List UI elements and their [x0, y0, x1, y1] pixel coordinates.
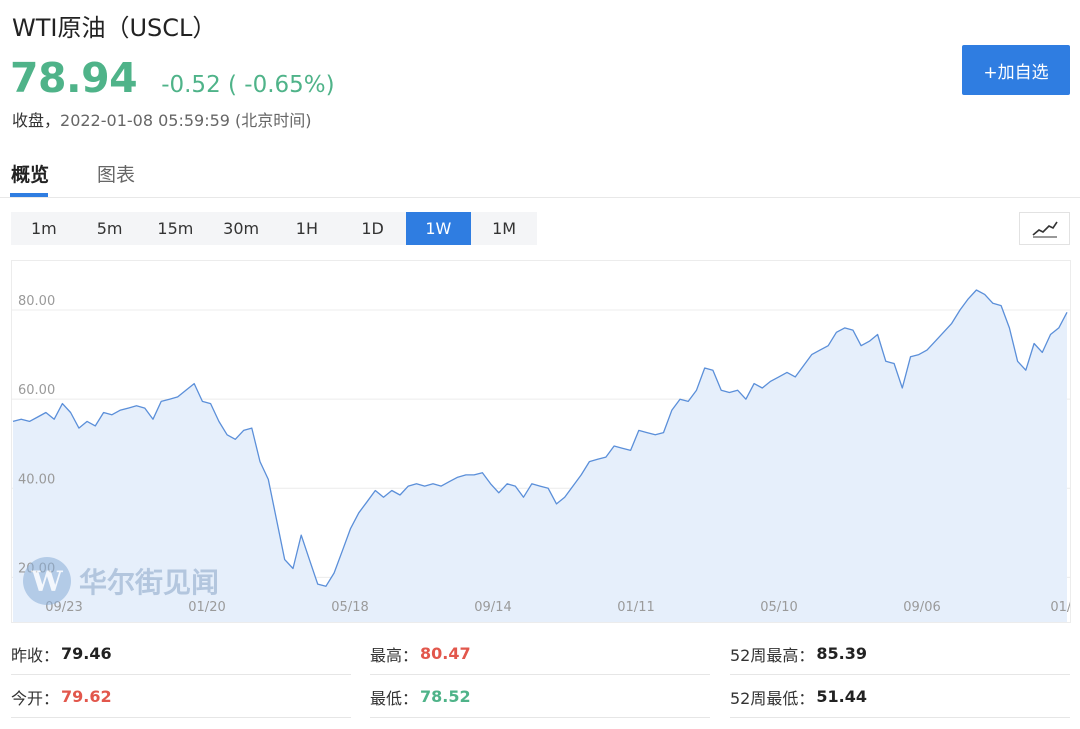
stat-label: 52周最低：: [730, 688, 815, 708]
period-1h[interactable]: 1H: [274, 212, 340, 245]
stat-low: 最低： 78.52: [370, 676, 710, 718]
active-tab-indicator: [10, 193, 48, 197]
add-to-watchlist-button[interactable]: +加自选: [962, 45, 1070, 95]
period-15m[interactable]: 15m: [143, 212, 209, 245]
x-tick-label: 09/14: [474, 600, 511, 615]
line-chart-icon: [1031, 221, 1058, 237]
period-30m[interactable]: 30m: [208, 212, 274, 245]
close-info: 收盘，2022-01-08 05:59:59 (北京时间): [12, 107, 312, 131]
period-1d[interactable]: 1D: [340, 212, 406, 245]
stat-value: 79.46: [61, 644, 112, 663]
stat-value: 79.62: [61, 687, 112, 706]
stat-label: 52周最高：: [730, 645, 815, 665]
stat-52w-high: 52周最高： 85.39: [730, 633, 1070, 675]
stat-label: 最高：: [370, 645, 419, 665]
close-label: 收盘，: [12, 111, 61, 130]
x-tick-label: 01/11: [617, 600, 654, 615]
stat-label: 最低：: [370, 688, 419, 708]
stat-value: 85.39: [816, 644, 867, 663]
watermark-text: 华尔街见闻: [79, 566, 220, 599]
period-5m[interactable]: 5m: [77, 212, 143, 245]
tab-overview[interactable]: 概览: [11, 160, 49, 187]
stat-high: 最高： 80.47: [370, 633, 710, 675]
price-row: 78.94 -0.52 ( -0.65%): [10, 54, 335, 102]
period-1mo[interactable]: 1M: [471, 212, 537, 245]
stat-value: 51.44: [816, 687, 867, 706]
stat-open: 今开： 79.62: [11, 676, 351, 718]
y-tick-label: 60.00: [18, 383, 55, 398]
chart-type-button[interactable]: [1019, 212, 1070, 245]
stat-value: 78.52: [420, 687, 471, 706]
period-1w[interactable]: 1W: [405, 212, 472, 245]
period-1m[interactable]: 1m: [11, 212, 77, 245]
close-time: 2022-01-08 05:59:59 (北京时间): [60, 111, 312, 130]
watermark: W 华尔街见闻: [23, 557, 219, 605]
stat-prev-close: 昨收： 79.46: [11, 633, 351, 675]
x-tick-label: 01/0: [1050, 600, 1070, 615]
price-change: -0.52 ( -0.65%): [161, 72, 335, 98]
last-price: 78.94: [10, 54, 138, 102]
watermark-logo-icon: W: [23, 557, 71, 605]
instrument-title: WTI原油（USCL）: [12, 14, 217, 42]
tab-chart[interactable]: 图表: [97, 160, 135, 187]
stat-label: 昨收：: [11, 645, 60, 665]
stat-52w-low: 52周最低： 51.44: [730, 676, 1070, 718]
x-tick-label: 05/18: [331, 600, 368, 615]
y-tick-label: 80.00: [18, 294, 55, 309]
stat-value: 80.47: [420, 644, 471, 663]
x-tick-label: 09/06: [903, 600, 940, 615]
y-tick-label: 40.00: [18, 472, 55, 487]
stat-label: 今开：: [11, 688, 60, 708]
x-tick-label: 05/10: [760, 600, 797, 615]
tab-bar: 概览 图表: [0, 156, 1080, 198]
period-selector: 1m 5m 15m 30m 1H 1D 1W 1M: [11, 212, 537, 245]
